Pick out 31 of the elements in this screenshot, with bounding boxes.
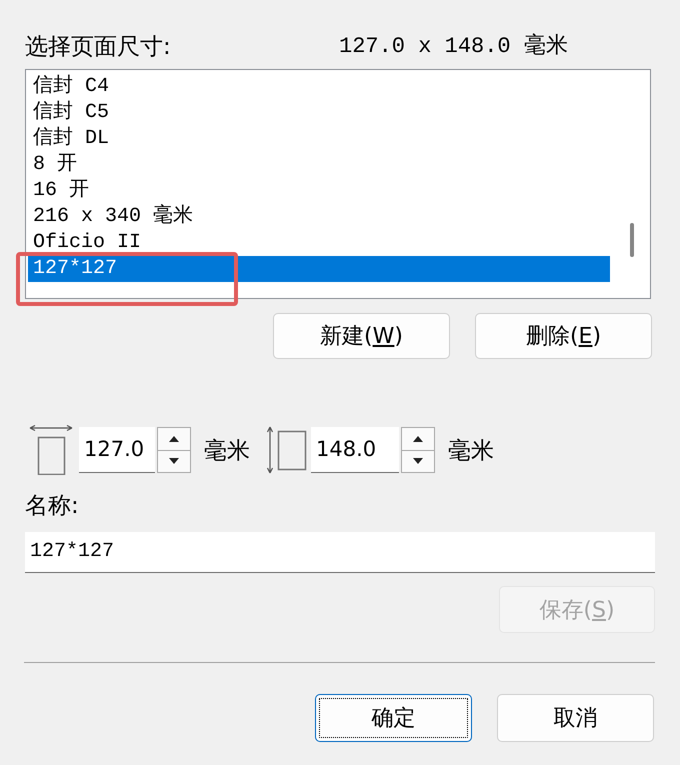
page-height-icon	[265, 426, 307, 474]
name-field[interactable]: 127*127	[25, 532, 655, 573]
up-triangle-icon	[413, 436, 423, 442]
spin-down-button[interactable]	[401, 450, 435, 473]
list-item[interactable]: 127*127	[28, 256, 610, 282]
page-width-icon	[29, 425, 73, 475]
up-triangle-icon	[169, 436, 179, 442]
width-field[interactable]: 127.0	[79, 427, 155, 473]
unit-label: 毫米	[448, 436, 494, 466]
spin-up-button[interactable]	[157, 427, 191, 450]
delete-button[interactable]: 删除(E)	[475, 313, 652, 359]
list-item[interactable]: 信封 C5	[28, 100, 610, 126]
list-item[interactable]: Oficio II	[28, 230, 610, 256]
unit-label: 毫米	[204, 436, 250, 466]
ok-button[interactable]: 确定	[315, 694, 472, 742]
list-item[interactable]: 216 x 340 毫米	[28, 204, 610, 230]
list-item[interactable]: 16 开	[28, 178, 610, 204]
spin-down-button[interactable]	[157, 450, 191, 473]
down-triangle-icon	[413, 458, 423, 464]
page-size-label: 选择页面尺寸:	[25, 34, 172, 60]
new-button[interactable]: 新建(W)	[273, 313, 450, 359]
list-item[interactable]: 信封 C4	[28, 74, 610, 100]
down-triangle-icon	[169, 458, 179, 464]
scrollbar-thumb[interactable]	[630, 223, 634, 257]
name-label: 名称:	[25, 493, 79, 519]
cancel-button[interactable]: 取消	[497, 694, 654, 742]
list-item[interactable]: 8 开	[28, 152, 610, 178]
height-field[interactable]: 148.0	[311, 427, 399, 473]
list-item[interactable]: 信封 DL	[28, 126, 610, 152]
page-size-value: 127.0 x 148.0 毫米	[339, 34, 568, 60]
spin-up-button[interactable]	[401, 427, 435, 450]
